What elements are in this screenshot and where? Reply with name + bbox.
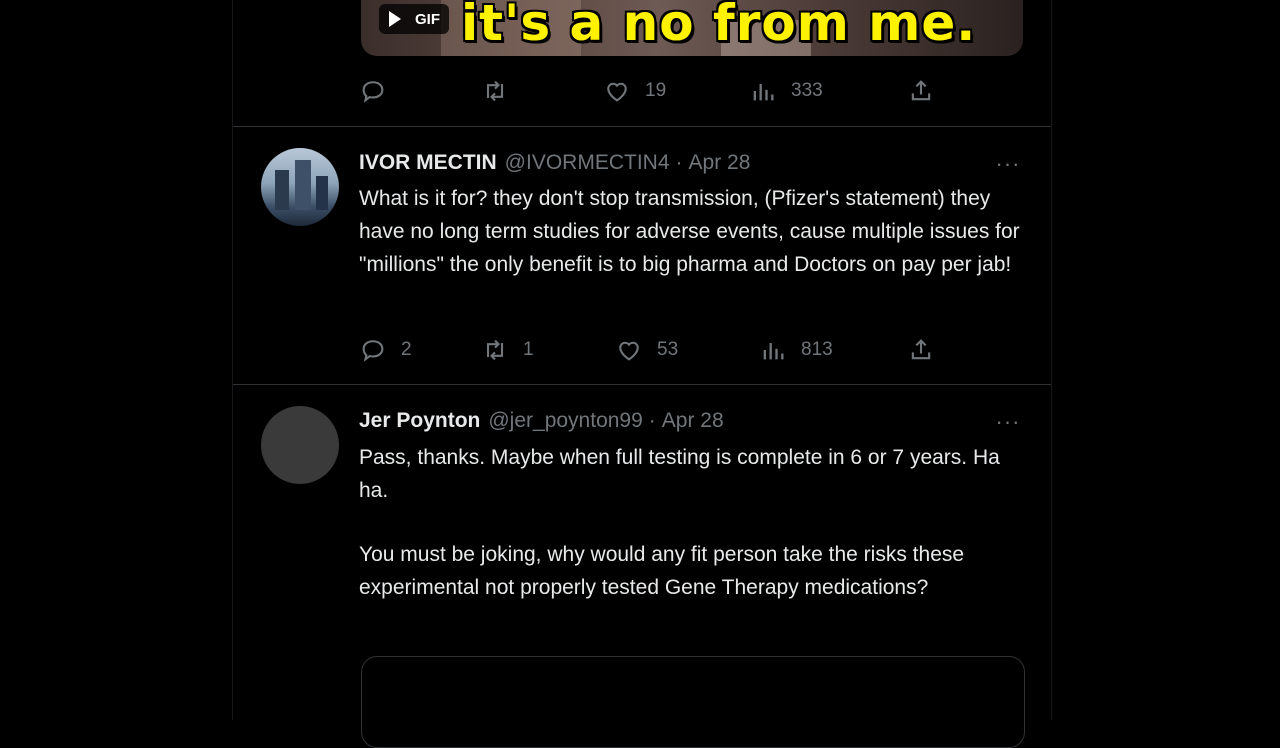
avatar-shape bbox=[316, 176, 328, 210]
tweet-date[interactable]: Apr 28 bbox=[662, 409, 724, 433]
views-button[interactable]: 813 bbox=[759, 335, 833, 365]
heart-icon bbox=[619, 341, 639, 361]
gif-media[interactable]: it's a no from me. GIF bbox=[361, 0, 1023, 56]
user-handle[interactable]: @jer_poynton99 bbox=[488, 409, 642, 433]
retweet-button[interactable] bbox=[481, 76, 523, 106]
views-count: 333 bbox=[791, 80, 823, 101]
reply-button[interactable]: 2 bbox=[359, 335, 412, 365]
tweet-date[interactable]: Apr 28 bbox=[689, 151, 751, 175]
views-button[interactable]: 333 bbox=[749, 76, 823, 106]
gif-caption: it's a no from me. bbox=[461, 0, 977, 52]
more-options-icon[interactable]: ··· bbox=[993, 152, 1023, 176]
share-icon bbox=[911, 339, 931, 360]
retweet-icon bbox=[486, 339, 504, 361]
tweet-text-paragraph: Pass, thanks. Maybe when full testing is… bbox=[359, 446, 1000, 502]
views-chart-icon bbox=[763, 343, 784, 360]
reply-icon bbox=[362, 340, 384, 362]
retweet-button[interactable]: 1 bbox=[481, 335, 534, 365]
views-count: 813 bbox=[801, 339, 833, 360]
avatar[interactable] bbox=[261, 148, 339, 226]
tweet-divider bbox=[233, 384, 1051, 385]
quoted-media-card[interactable] bbox=[361, 656, 1025, 748]
avatar-shape bbox=[275, 170, 289, 210]
like-count: 19 bbox=[645, 80, 667, 101]
user-handle[interactable]: @IVORMECTIN4 bbox=[505, 151, 670, 175]
share-button[interactable] bbox=[907, 335, 935, 365]
views-chart-icon bbox=[753, 84, 774, 101]
reply-icon bbox=[362, 81, 384, 103]
like-button[interactable]: 19 bbox=[603, 76, 666, 106]
tweet-actions: 19 333 bbox=[359, 76, 959, 106]
tweet-text-paragraph: You must be joking, why would any fit pe… bbox=[359, 543, 965, 599]
like-count: 53 bbox=[657, 339, 679, 360]
separator-dot: · bbox=[648, 409, 656, 432]
tweet-text: What is it for? they don't stop transmis… bbox=[359, 187, 1020, 276]
avatar-shape bbox=[295, 160, 311, 210]
play-icon bbox=[389, 11, 401, 27]
timeline-column: it's a no from me. GIF 19 333 IVOR MECTI… bbox=[232, 0, 1052, 748]
avatar[interactable] bbox=[261, 406, 339, 484]
like-button[interactable]: 53 bbox=[615, 335, 678, 365]
more-options-icon[interactable]: ··· bbox=[993, 410, 1023, 434]
display-name[interactable]: Jer Poynton bbox=[359, 409, 480, 433]
tweet-actions: 2 1 53 813 bbox=[359, 335, 959, 365]
reply-count: 2 bbox=[401, 339, 412, 360]
tweet-header: IVOR MECTIN @IVORMECTIN4 · Apr 28 bbox=[359, 149, 750, 177]
separator-dot: · bbox=[675, 151, 683, 174]
retweet-count: 1 bbox=[523, 339, 534, 360]
share-icon bbox=[911, 80, 931, 101]
tweet-divider bbox=[233, 126, 1051, 127]
gif-play-badge[interactable]: GIF bbox=[379, 4, 449, 34]
heart-icon bbox=[607, 82, 627, 102]
gif-label: GIF bbox=[415, 10, 440, 28]
tweet-header: Jer Poynton @jer_poynton99 · Apr 28 bbox=[359, 407, 724, 435]
share-button[interactable] bbox=[907, 76, 935, 106]
retweet-icon bbox=[486, 80, 504, 102]
display-name[interactable]: IVOR MECTIN bbox=[359, 151, 497, 175]
reply-button[interactable] bbox=[359, 76, 401, 106]
